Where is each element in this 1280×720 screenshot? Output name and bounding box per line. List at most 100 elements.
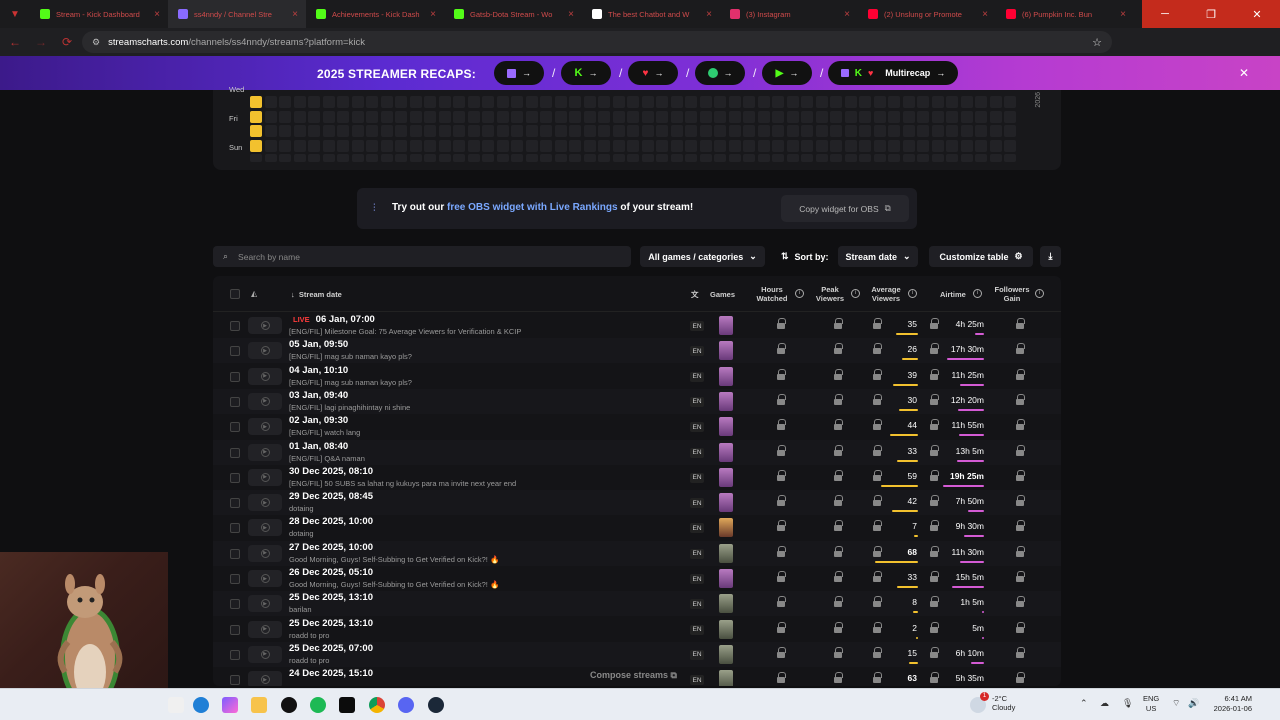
heatmap-cell[interactable] xyxy=(351,110,364,123)
lock-icon[interactable] xyxy=(777,520,786,532)
heatmap-cell[interactable] xyxy=(859,139,871,152)
heatmap-cell[interactable] xyxy=(699,139,712,152)
heatmap-cell[interactable] xyxy=(873,139,886,152)
heatmap-cell[interactable] xyxy=(293,110,306,123)
heatmap-cell[interactable] xyxy=(627,96,639,108)
lock-icon[interactable] xyxy=(930,571,939,582)
reload-icon[interactable]: ⟳ xyxy=(56,31,78,53)
heatmap-cell[interactable] xyxy=(931,154,944,162)
lock-icon[interactable] xyxy=(777,444,786,456)
lock-icon[interactable] xyxy=(873,318,882,329)
heatmap-cell-active[interactable] xyxy=(250,96,262,108)
tab-close-icon[interactable]: × xyxy=(982,9,988,20)
heatmap-cell[interactable] xyxy=(279,125,291,137)
heatmap-cell[interactable] xyxy=(511,96,523,108)
heatmap-cell[interactable] xyxy=(496,125,509,137)
row-checkbox[interactable] xyxy=(230,396,240,407)
window-close-icon[interactable]: ✕ xyxy=(1234,0,1280,28)
heatmap-cell[interactable] xyxy=(293,125,306,137)
heatmap-cell[interactable] xyxy=(351,96,364,108)
info-icon[interactable]: i xyxy=(1035,289,1044,298)
lock-icon[interactable] xyxy=(1016,621,1025,633)
heatmap-cell[interactable] xyxy=(482,110,494,123)
lock-icon[interactable] xyxy=(1016,545,1025,557)
play-vod-button[interactable]: ▶ xyxy=(248,494,282,512)
heatmap-cell[interactable] xyxy=(641,139,654,152)
heatmap-cell[interactable] xyxy=(496,154,509,162)
game-thumbnail[interactable] xyxy=(719,644,733,664)
heatmap-cell[interactable] xyxy=(380,96,393,108)
browser-tab[interactable]: Gatsb-Dota Stream - Wo × xyxy=(444,0,582,28)
heatmap-cell[interactable] xyxy=(888,110,900,123)
lock-icon[interactable] xyxy=(930,393,939,405)
heatmap-cell[interactable] xyxy=(583,110,596,123)
heatmap-cell[interactable] xyxy=(699,110,712,123)
heatmap-cell[interactable] xyxy=(438,154,451,162)
heatmap-cell[interactable] xyxy=(554,125,567,137)
customize-table-button[interactable]: Customize table ⚙ xyxy=(929,246,1033,267)
heatmap-cell[interactable] xyxy=(366,96,378,108)
heatmap-cell[interactable] xyxy=(467,110,480,123)
heatmap-cell[interactable] xyxy=(946,110,958,123)
info-icon[interactable]: i xyxy=(851,289,860,298)
lock-icon[interactable] xyxy=(777,393,786,405)
stream-date[interactable]: 25 Dec 2025, 13:10 xyxy=(289,618,373,629)
heatmap-cell[interactable] xyxy=(279,110,291,123)
heatmap-cell[interactable] xyxy=(612,96,625,108)
heatmap-cell[interactable] xyxy=(757,125,770,137)
tab-close-icon[interactable]: × xyxy=(292,9,298,20)
heatmap-cell[interactable] xyxy=(917,110,929,123)
heatmap-cell[interactable] xyxy=(801,154,813,162)
heatmap-cell[interactable] xyxy=(279,139,291,152)
heatmap-cell-active[interactable] xyxy=(250,110,262,123)
heatmap-cell[interactable] xyxy=(293,139,306,152)
row-checkbox[interactable] xyxy=(230,498,240,509)
heatmap-cell[interactable] xyxy=(409,125,422,137)
play-vod-button[interactable]: ▶ xyxy=(248,620,282,638)
play-vod-button[interactable]: ▶ xyxy=(248,544,282,562)
lock-icon[interactable] xyxy=(1016,368,1025,380)
lock-icon[interactable] xyxy=(1016,318,1025,329)
heatmap-cell[interactable] xyxy=(641,154,654,162)
heatmap-cell[interactable] xyxy=(583,154,596,162)
heatmap-cell[interactable] xyxy=(482,139,494,152)
heatmap-cell[interactable] xyxy=(627,154,639,162)
heatmap-cell[interactable] xyxy=(743,96,755,108)
heatmap-cell[interactable] xyxy=(337,125,349,137)
heatmap-cell[interactable] xyxy=(888,96,900,108)
heatmap-cell[interactable] xyxy=(380,154,393,162)
heatmap-cell[interactable] xyxy=(627,125,639,137)
heatmap-cell[interactable] xyxy=(757,96,770,108)
play-vod-button[interactable]: ▶ xyxy=(248,418,282,436)
lock-icon[interactable] xyxy=(777,596,786,608)
heatmap-cell[interactable] xyxy=(511,125,523,137)
heatmap-cell[interactable] xyxy=(975,125,987,137)
heatmap-cell[interactable] xyxy=(728,125,741,137)
lock-icon[interactable] xyxy=(834,520,843,532)
heatmap-cell[interactable] xyxy=(525,125,538,137)
heatmap-cell[interactable] xyxy=(438,110,451,123)
lock-icon[interactable] xyxy=(834,672,843,684)
table-row[interactable]: ▶ 05 Jan, 09:50 [ENG/FIL] mag sub naman ka… xyxy=(213,338,1061,364)
heatmap-cell[interactable] xyxy=(1004,110,1016,123)
heatmap-cell[interactable] xyxy=(975,96,987,108)
heatmap-cell[interactable] xyxy=(815,110,828,123)
kick-app-icon[interactable] xyxy=(339,697,355,713)
tab-close-icon[interactable]: × xyxy=(844,9,850,20)
heatmap-cell[interactable] xyxy=(598,110,610,123)
microphone-icon[interactable]: 🎙 xyxy=(1122,698,1133,709)
heatmap-cell[interactable] xyxy=(612,125,625,137)
heatmap-cell[interactable] xyxy=(308,110,320,123)
stream-date[interactable]: 26 Dec 2025, 05:10 xyxy=(289,567,373,578)
heatmap-cell[interactable] xyxy=(264,125,277,137)
copy-widget-button[interactable]: Copy widget for OBS ⧉ xyxy=(781,195,909,222)
heatmap-cell[interactable] xyxy=(467,154,480,162)
export-button[interactable]: ⤓ xyxy=(1040,246,1061,267)
heatmap-cell[interactable] xyxy=(946,125,958,137)
heatmap-cell[interactable] xyxy=(873,110,886,123)
table-row[interactable]: ▶ 02 Jan, 09:30 [ENG/FIL] watch lang EN 44 11… xyxy=(213,414,1061,439)
heatmap-cell[interactable] xyxy=(772,139,784,152)
heatmap-cell[interactable] xyxy=(496,110,509,123)
table-row[interactable]: ▶ 25 Dec 2025, 13:10 roadd to pro EN 2 5m xyxy=(213,617,1061,642)
heatmap-cell[interactable] xyxy=(685,154,697,162)
